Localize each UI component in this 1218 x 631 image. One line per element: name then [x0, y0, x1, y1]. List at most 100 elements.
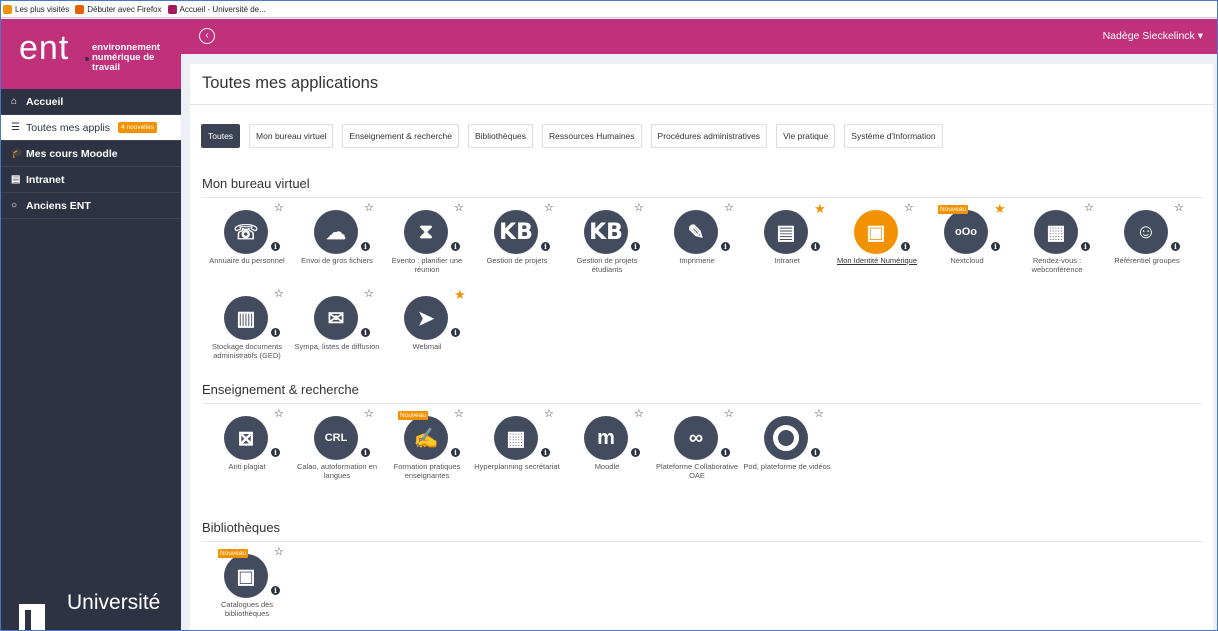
- app-tile[interactable]: ☏ ☆ i Annuaire du personnel: [202, 201, 292, 288]
- app-tile[interactable]: ▣ ☆ i Nouveau Catalogues des bibliothèques: [202, 545, 292, 630]
- info-icon[interactable]: i: [451, 242, 460, 251]
- info-icon[interactable]: i: [361, 328, 370, 337]
- info-icon[interactable]: i: [271, 242, 280, 251]
- brand-logo[interactable]: ent environnement numérique de travail: [1, 19, 181, 89]
- app-tile[interactable]: ▣ ☆ i Mon Identité Numérique: [832, 201, 922, 288]
- star-filled-icon[interactable]: ★: [994, 201, 1006, 217]
- app-tile[interactable]: CRL ☆ i Calao, autoformation en langues: [292, 407, 382, 494]
- star-outline-icon[interactable]: ☆: [814, 407, 824, 420]
- info-icon[interactable]: i: [451, 328, 460, 337]
- star-outline-icon[interactable]: ☆: [1174, 201, 1184, 214]
- filter-tab[interactable]: Toutes: [201, 124, 241, 148]
- app-tile[interactable]: KB ☆ i Gestion de projets: [472, 201, 562, 288]
- filter-tab[interactable]: Système d'Information: [844, 124, 943, 148]
- star-outline-icon[interactable]: ☆: [364, 201, 374, 214]
- app-tile[interactable]: m ☆ i Moodle: [562, 407, 652, 494]
- app-tile[interactable]: ∞ ☆ i Plateforme Collaborative OAE: [652, 407, 742, 494]
- star-outline-icon[interactable]: ☆: [364, 287, 374, 300]
- app-tile[interactable]: ☁ ☆ i Envoi de gros fichiers: [292, 201, 382, 288]
- star-outline-icon[interactable]: ☆: [1084, 201, 1094, 214]
- star-filled-icon[interactable]: ★: [814, 201, 826, 217]
- users-icon[interactable]: ☺: [1124, 210, 1168, 254]
- moodle-icon[interactable]: m: [584, 416, 628, 460]
- star-outline-icon[interactable]: ☆: [274, 545, 284, 558]
- app-tile[interactable]: ➤ ★ i Webmail: [382, 287, 472, 374]
- plagiarism-icon[interactable]: ⊠: [224, 416, 268, 460]
- app-tile[interactable]: ✉ ☆ i Sympa, listes de diffusion: [292, 287, 382, 374]
- calendar-icon[interactable]: ▦: [494, 416, 538, 460]
- info-icon[interactable]: i: [721, 448, 730, 457]
- teacher-icon[interactable]: ✍: [404, 416, 448, 460]
- info-icon[interactable]: i: [451, 448, 460, 457]
- info-icon[interactable]: i: [271, 448, 280, 457]
- info-icon[interactable]: i: [1081, 242, 1090, 251]
- star-outline-icon[interactable]: ☆: [274, 201, 284, 214]
- star-outline-icon[interactable]: ☆: [544, 407, 554, 420]
- star-outline-icon[interactable]: ☆: [454, 201, 464, 214]
- back-icon[interactable]: ‹: [199, 28, 215, 44]
- info-icon[interactable]: i: [271, 328, 280, 337]
- phonebook-icon[interactable]: ☏: [224, 210, 268, 254]
- info-icon[interactable]: i: [811, 242, 820, 251]
- star-outline-icon[interactable]: ☆: [454, 407, 464, 420]
- oae-icon[interactable]: ∞: [674, 416, 718, 460]
- star-outline-icon[interactable]: ☆: [274, 407, 284, 420]
- id-card-icon[interactable]: ▣: [854, 210, 898, 254]
- info-icon[interactable]: i: [721, 242, 730, 251]
- bookmark-item[interactable]: Accueil - Université de...: [167, 4, 266, 14]
- app-tile[interactable]: ✎ ☆ i Imprimerie: [652, 202, 742, 288]
- app-tile[interactable]: ⊠ ☆ i Anti plagiat: [202, 407, 292, 494]
- info-icon[interactable]: i: [361, 242, 370, 251]
- info-icon[interactable]: i: [1171, 242, 1180, 251]
- info-icon[interactable]: i: [631, 448, 640, 457]
- bookmark-item[interactable]: Débuter avec Firefox: [75, 4, 162, 14]
- star-outline-icon[interactable]: ☆: [634, 201, 644, 214]
- bookmark-item[interactable]: Les plus visités: [3, 4, 69, 14]
- app-tile[interactable]: ✍ ☆ i Nouveau Formation pratiques enseignant…: [382, 407, 472, 494]
- binders-icon[interactable]: ▥: [224, 296, 268, 340]
- pod-icon[interactable]: [764, 416, 808, 460]
- kanboard-icon[interactable]: KB: [494, 210, 538, 254]
- info-icon[interactable]: i: [541, 242, 550, 251]
- filter-tab[interactable]: Mon bureau virtuel: [249, 124, 334, 148]
- edit-icon[interactable]: ✎: [674, 210, 718, 254]
- user-menu[interactable]: Nadège Sieckelinck ▾: [1103, 30, 1203, 42]
- app-tile[interactable]: ▥ ☆ i Stockage documents administratifs (GE…: [202, 287, 292, 374]
- filter-tab[interactable]: Procédures administratives: [650, 124, 768, 148]
- sidebar-item[interactable]: ○ Anciens ENT: [1, 193, 181, 219]
- info-icon[interactable]: i: [991, 242, 1000, 251]
- newspaper-icon[interactable]: ▤: [764, 210, 808, 254]
- filter-tab[interactable]: Enseignement & recherche: [342, 124, 459, 148]
- hourglass-icon[interactable]: ⧗: [404, 210, 448, 254]
- info-icon[interactable]: i: [271, 586, 280, 595]
- star-outline-icon[interactable]: ☆: [724, 407, 734, 420]
- filter-tab[interactable]: Ressources Humaines: [542, 124, 642, 148]
- star-outline-icon[interactable]: ☆: [364, 407, 374, 420]
- book-icon[interactable]: ▣: [224, 554, 268, 598]
- app-tile[interactable]: ▤ ★ i Intranet: [742, 201, 832, 288]
- kanboard-icon[interactable]: KB: [584, 210, 628, 254]
- sidebar-item[interactable]: 🎓 Mes cours Moodle: [1, 141, 181, 167]
- star-outline-icon[interactable]: ☆: [904, 201, 914, 214]
- info-icon[interactable]: i: [631, 242, 640, 251]
- calendar-icon[interactable]: ▦: [1034, 210, 1078, 254]
- cloud-upload-icon[interactable]: ☁: [314, 210, 358, 254]
- star-outline-icon[interactable]: ☆: [634, 407, 644, 420]
- star-outline-icon[interactable]: ☆: [544, 201, 554, 214]
- sidebar-item[interactable]: ☰ Toutes mes applis 4 nouvelles: [1, 115, 181, 141]
- crl-icon[interactable]: CRL: [314, 416, 358, 460]
- info-icon[interactable]: i: [811, 448, 820, 457]
- app-tile[interactable]: ⧗ ☆ i Evento : planifier une réunion: [382, 201, 472, 288]
- sidebar-item[interactable]: ⌂ Accueil: [1, 89, 181, 115]
- info-icon[interactable]: i: [541, 448, 550, 457]
- sidebar-item[interactable]: ▤ Intranet: [1, 167, 181, 193]
- star-outline-icon[interactable]: ☆: [274, 287, 284, 300]
- app-tile[interactable]: ▦ ☆ i Hyperplanning secrétariat: [472, 407, 562, 494]
- app-tile[interactable]: ☆ i Pod, plateforme de vidéos: [742, 407, 832, 494]
- app-tile[interactable]: ☺ ☆ i Référentiel groupes: [1102, 201, 1192, 288]
- envelope-icon[interactable]: ✉: [314, 296, 358, 340]
- nextcloud-icon[interactable]: oOo: [944, 210, 988, 254]
- info-icon[interactable]: i: [361, 448, 370, 457]
- app-tile[interactable]: ▦ ☆ i Rendez-vous : webconférence: [1012, 201, 1102, 288]
- filter-tab[interactable]: Vie pratique: [776, 124, 836, 148]
